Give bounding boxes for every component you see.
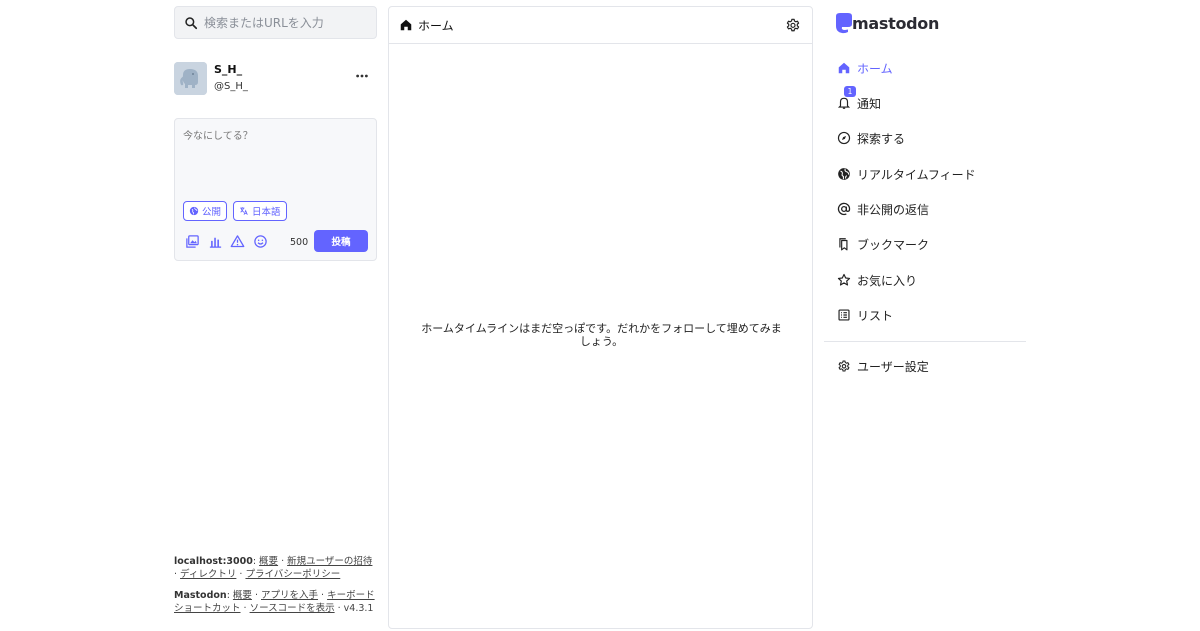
get-app-link[interactable]: アプリを入手 — [261, 590, 318, 601]
privacy-policy-link[interactable]: プライバシーポリシー — [245, 569, 340, 580]
compose-textarea[interactable] — [183, 127, 368, 197]
ellipsis-icon — [356, 74, 368, 78]
server-links: localhost:3000: 概要 · 新規ユーザーの招待 · ディレクトリ … — [174, 556, 373, 580]
warning-icon[interactable] — [230, 234, 245, 249]
column-settings-icon[interactable] — [785, 17, 801, 33]
nav-lists[interactable]: リスト — [837, 305, 893, 325]
poll-icon[interactable] — [208, 234, 223, 249]
mastodon-name: Mastodon — [174, 590, 227, 601]
empty-timeline-message: ホームタイムラインはまだ空っぽです。だれかをフォローして埋めてみましょう。 — [421, 322, 782, 348]
nav-private-mentions[interactable]: 非公開の返信 — [837, 199, 929, 219]
display-name[interactable]: S_H_ — [214, 63, 242, 76]
nav-label: 探索する — [857, 131, 906, 146]
invite-link[interactable]: 新規ユーザーの招待 — [287, 556, 372, 567]
home-icon — [838, 62, 850, 74]
profile-card: S_H_ @S_H_ — [174, 62, 377, 96]
mastodon-logo[interactable]: mastodon — [834, 12, 939, 34]
more-options-button[interactable] — [354, 68, 370, 84]
nav-label: リアルタイムフィード — [857, 167, 976, 182]
emoji-icon[interactable] — [253, 234, 268, 249]
star-icon — [837, 273, 851, 286]
nav-preferences[interactable]: ユーザー設定 — [837, 356, 929, 376]
compose-form: 公開 日本語 500 投稿 — [174, 118, 377, 261]
search-box[interactable] — [174, 6, 377, 39]
nav-live-feeds[interactable]: リアルタイムフィード — [837, 164, 976, 184]
home-icon — [400, 19, 412, 31]
source-code-link[interactable]: ソースコードを表示 — [250, 603, 335, 614]
nav-label: ユーザー設定 — [857, 359, 929, 374]
nav-label: リスト — [857, 308, 894, 323]
nav-favourites[interactable]: お気に入り — [837, 270, 917, 290]
language-button[interactable]: 日本語 — [233, 201, 287, 221]
left-column: S_H_ @S_H_ 公開 日本語 500 投稿 localhost:3000:… — [174, 6, 377, 626]
navigation-panel: mastodon ホーム 1 通知 探索する リアルタイムフィード 非公開の返信… — [824, 6, 1026, 626]
at-icon — [837, 202, 851, 216]
account-handle: @S_H_ — [214, 81, 248, 92]
server-name: localhost:3000 — [174, 556, 253, 567]
compass-icon — [837, 131, 851, 145]
nav-explore[interactable]: 探索する — [837, 128, 905, 148]
bookmark-icon — [839, 238, 848, 251]
gear-icon — [838, 360, 850, 372]
avatar[interactable] — [174, 62, 207, 95]
nav-bookmarks[interactable]: ブックマーク — [837, 234, 929, 254]
character-counter: 500 — [290, 237, 309, 248]
directory-link[interactable]: ディレクトリ — [180, 569, 236, 580]
elephant-avatar-icon — [174, 62, 207, 95]
globe-icon — [838, 168, 850, 180]
column-header: ホーム — [389, 7, 812, 44]
home-column: ホーム ホームタイムラインはまだ空っぽです。だれかをフォローして埋めてみましょう… — [388, 6, 813, 629]
nav-label: ブックマーク — [857, 237, 930, 252]
mastodon-about-link[interactable]: 概要 — [233, 590, 252, 601]
nav-home[interactable]: ホーム — [837, 58, 893, 78]
bell-icon — [837, 97, 851, 109]
link-footer: localhost:3000: 概要 · 新規ユーザーの招待 · ディレクトリ … — [174, 555, 377, 623]
nav-notifications[interactable]: 1 通知 — [837, 86, 882, 113]
globe-icon — [189, 206, 199, 216]
nav-label: ホーム — [857, 61, 893, 76]
search-input[interactable] — [204, 15, 364, 30]
compose-toolbar — [185, 234, 275, 249]
version-text: v4.3.1 — [343, 603, 374, 614]
publish-button[interactable]: 投稿 — [314, 230, 368, 252]
nav-label: 通知 — [857, 96, 882, 111]
nav-divider — [824, 341, 1026, 342]
media-upload-icon[interactable] — [185, 234, 200, 249]
logo-wordmark: mastodon — [852, 13, 940, 33]
notification-badge: 1 — [844, 86, 856, 97]
language-label: 日本語 — [252, 207, 281, 218]
translate-icon — [240, 207, 248, 215]
mastodon-logo-icon — [836, 13, 852, 34]
visibility-button[interactable]: 公開 — [183, 201, 228, 221]
visibility-label: 公開 — [202, 207, 222, 218]
list-icon — [838, 309, 850, 321]
mastodon-links: Mastodon: 概要 · アプリを入手 · キーボードショートカット · ソ… — [174, 590, 375, 614]
nav-label: 非公開の返信 — [857, 202, 930, 217]
column-title[interactable]: ホーム — [418, 17, 454, 34]
nav-label: お気に入り — [857, 273, 918, 288]
search-icon — [185, 16, 198, 29]
server-about-link[interactable]: 概要 — [259, 556, 278, 567]
